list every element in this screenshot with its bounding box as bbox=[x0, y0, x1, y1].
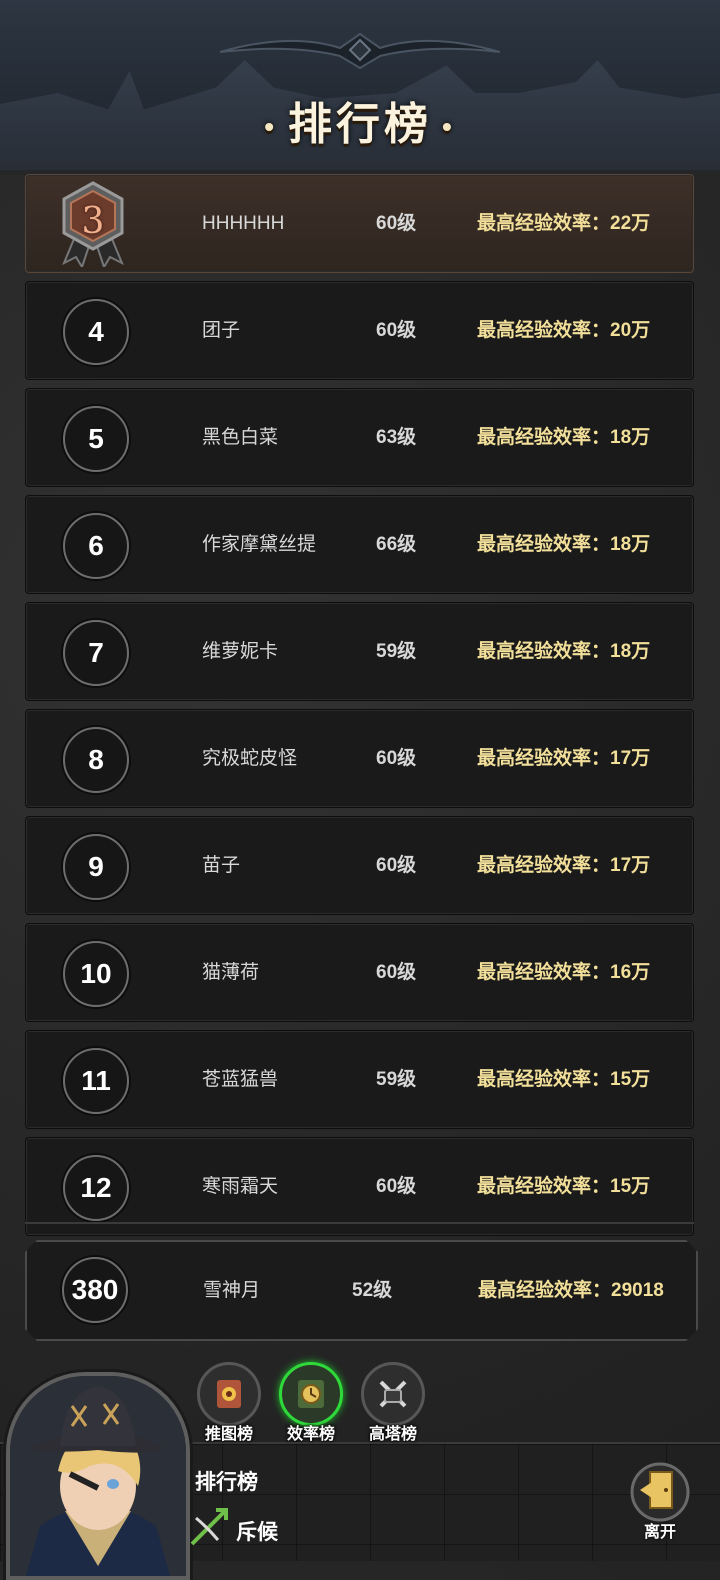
job-label: 斥候 bbox=[236, 1521, 278, 1544]
player-name: 团子 bbox=[202, 320, 241, 341]
player-efficiency: 最高经验效率：15万 bbox=[477, 1069, 651, 1090]
rank-badge: 6 bbox=[63, 513, 129, 579]
rank-badge: 11 bbox=[63, 1048, 129, 1114]
player-level: 59级 bbox=[376, 641, 417, 662]
player-level: 60级 bbox=[376, 962, 417, 983]
rank-badge: 12 bbox=[63, 1155, 129, 1221]
tower-ranking-icon bbox=[361, 1362, 425, 1426]
player-efficiency: 最高经验效率：18万 bbox=[477, 641, 651, 662]
ranking-row[interactable]: 9 苗子 60级 最高经验效率：17万 bbox=[25, 816, 694, 915]
ranking-row[interactable]: 6 作家摩黛丝提 66级 最高经验效率：18万 bbox=[25, 495, 694, 594]
player-efficiency: 最高经验效率：18万 bbox=[477, 427, 651, 448]
tab-efficiency-ranking[interactable]: 效率榜 bbox=[278, 1362, 344, 1444]
rank-badge: 5 bbox=[63, 406, 129, 472]
player-name: 作家摩黛丝提 bbox=[202, 534, 317, 555]
rank-number: 3 bbox=[81, 201, 105, 242]
ranking-row[interactable]: 7 维萝妮卡 59级 最高经验效率：18万 bbox=[25, 602, 694, 701]
player-level: 59级 bbox=[376, 1069, 417, 1090]
map-ranking-icon bbox=[197, 1362, 261, 1426]
rank-badge: 380 bbox=[62, 1257, 128, 1323]
player-name: 苗子 bbox=[202, 855, 241, 876]
player-level: 60级 bbox=[376, 748, 417, 769]
character-portrait[interactable] bbox=[6, 1372, 190, 1580]
rank-badge: 8 bbox=[63, 727, 129, 793]
player-level: 60级 bbox=[376, 1176, 417, 1197]
player-efficiency: 最高经验效率：15万 bbox=[477, 1176, 651, 1197]
player-name: 雪神月 bbox=[203, 1280, 261, 1301]
player-name: 维萝妮卡 bbox=[202, 641, 279, 662]
tab-stage-ranking[interactable]: 推图榜 bbox=[196, 1362, 262, 1444]
ranking-row[interactable]: 4 团子 60级 最高经验效率：20万 bbox=[25, 281, 694, 380]
player-level: 52级 bbox=[352, 1280, 393, 1301]
rank-badge: 10 bbox=[63, 941, 129, 1007]
tab-tower-ranking[interactable]: 高塔榜 bbox=[360, 1362, 426, 1444]
player-efficiency: 最高经验效率：18万 bbox=[477, 534, 651, 555]
player-efficiency: 最高经验效率：16万 bbox=[477, 962, 651, 983]
ranking-row[interactable]: 10 猫薄荷 60级 最高经验效率：16万 bbox=[25, 923, 694, 1022]
player-name: HHHHHH bbox=[202, 213, 285, 234]
player-level: 63级 bbox=[376, 427, 417, 448]
header-ornament bbox=[220, 32, 500, 70]
list-divider bbox=[25, 1222, 694, 1224]
ranking-row[interactable]: 5 黑色白菜 63级 最高经验效率：18万 bbox=[25, 388, 694, 487]
player-efficiency: 最高经验效率：22万 bbox=[477, 213, 651, 234]
player-name: 寒雨霜天 bbox=[202, 1176, 279, 1197]
ranking-row[interactable]: 8 究极蛇皮怪 60级 最高经验效率：17万 bbox=[25, 709, 694, 808]
my-ranking-row[interactable]: 380 雪神月 52级 最高经验效率：29018 bbox=[25, 1240, 698, 1341]
rank-badge: 9 bbox=[63, 834, 129, 900]
rank-badge: 4 bbox=[63, 299, 129, 365]
player-name: 究极蛇皮怪 bbox=[202, 748, 298, 769]
ranking-row[interactable]: 3 HHHHHH 60级 最高经验效率：22万 bbox=[25, 174, 694, 273]
clock-ranking-icon bbox=[279, 1362, 343, 1426]
character-avatar bbox=[10, 1376, 186, 1576]
player-name: 苍蓝猛兽 bbox=[202, 1069, 279, 1090]
rank-badge: 7 bbox=[63, 620, 129, 686]
exit-button-label: 离开 bbox=[643, 1524, 676, 1541]
player-efficiency: 最高经验效率：20万 bbox=[477, 320, 651, 341]
player-level: 60级 bbox=[376, 320, 417, 341]
player-level: 66级 bbox=[376, 534, 417, 555]
page-title: • 排行榜 • bbox=[264, 100, 456, 149]
player-level: 60级 bbox=[376, 213, 417, 234]
player-level: 60级 bbox=[376, 855, 417, 876]
player-efficiency: 最高经验效率：29018 bbox=[478, 1280, 664, 1301]
bottom-title: 排行榜 bbox=[195, 1471, 258, 1494]
ranking-row[interactable]: 11 苍蓝猛兽 59级 最高经验效率：15万 bbox=[25, 1030, 694, 1129]
player-efficiency: 最高经验效率：17万 bbox=[477, 855, 651, 876]
player-name: 黑色白菜 bbox=[202, 427, 279, 448]
crossbow-icon bbox=[190, 1508, 228, 1546]
player-efficiency: 最高经验效率：17万 bbox=[477, 748, 651, 769]
player-name: 猫薄荷 bbox=[202, 962, 260, 983]
ranking-list: 3 HHHHHH 60级 最高经验效率：22万 4 团子 60级 最高经验效率：… bbox=[25, 174, 694, 1244]
